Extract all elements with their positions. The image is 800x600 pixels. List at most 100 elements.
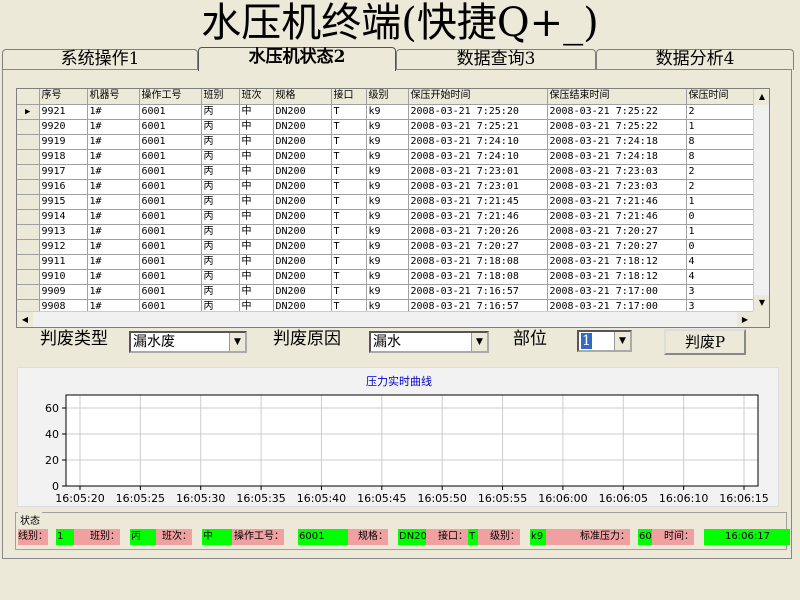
table-row[interactable]: 9918 1# 6001 丙中 DN200 Tk9 2008-03-21 7:24:10 20… [17,149,754,165]
y-tick-label: 40 [45,428,59,441]
status-separator [478,529,490,545]
part-value: 1 [581,333,592,349]
table-cell: 丙 [201,134,240,150]
reject-button[interactable]: 判废P [664,329,746,355]
x-tick-label: 16:05:20 [55,492,104,505]
chevron-down-icon[interactable]: ▼ [471,333,487,351]
table-cell: 中 [239,224,274,240]
tab-system-operation[interactable]: 系统操作1 [2,49,198,70]
chevron-down-icon[interactable]: ▼ [229,333,245,351]
column-header[interactable]: 规格 [273,89,332,105]
row-indicator-header [17,89,40,105]
table-cell: 6001 [139,269,202,285]
column-header[interactable]: 班别 [201,89,240,105]
scroll-up-icon[interactable]: ▲ [754,89,769,105]
table-cell: 9910 [39,269,88,285]
table-cell: 2008-03-21 7:24:10 [408,134,548,150]
table-cell: k9 [366,134,409,150]
table-cell: 1# [87,149,140,165]
column-header[interactable]: 保压开始时间 [408,89,548,105]
row-indicator[interactable] [17,224,40,240]
table-cell: 中 [239,134,274,150]
table-cell: k9 [366,104,409,120]
table-row[interactable]: 9911 1# 6001 丙中 DN200 Tk9 2008-03-21 7:18:08 20… [17,254,754,270]
reject-reason-label: 判废原因 [273,329,341,349]
table-cell: 2 [686,164,754,180]
table-cell: 2008-03-21 7:21:46 [547,194,687,210]
chevron-down-icon[interactable]: ▼ [614,332,630,350]
table-row[interactable]: 9910 1# 6001 丙中 DN200 Tk9 2008-03-21 7:18:08 20… [17,269,754,285]
row-indicator[interactable] [17,269,40,285]
table-cell: 6001 [139,224,202,240]
column-header[interactable]: 序号 [39,89,88,105]
table-row[interactable]: 9909 1# 6001 丙中 DN200 Tk9 2008-03-21 7:16:57 20… [17,284,754,300]
table-row[interactable]: 9913 1# 6001 丙中 DN200 Tk9 2008-03-21 7:20:26 20… [17,224,754,240]
horizontal-scrollbar[interactable]: ◀ ▶ [17,311,753,327]
tab-data-query[interactable]: 数据查询3 [396,49,596,70]
table-row[interactable]: 9915 1# 6001 丙中 DN200 Tk9 2008-03-21 7:21:45 20… [17,194,754,210]
row-indicator[interactable] [17,104,40,120]
column-header[interactable]: 机器号 [87,89,140,105]
table-cell: 9911 [39,254,88,270]
row-indicator[interactable] [17,239,40,255]
status-label: 班别： [90,529,120,545]
row-indicator[interactable] [17,164,40,180]
row-indicator[interactable] [17,194,40,210]
scroll-down-icon[interactable]: ▼ [754,295,769,311]
table-cell: 9913 [39,224,88,240]
records-grid[interactable]: 序号机器号操作工号班别班次规格接口级别保压开始时间保压结束时间保压时间 9921… [16,88,770,328]
part-select[interactable]: 1 ▼ [577,330,632,352]
x-tick-label: 16:06:10 [659,492,708,505]
table-cell: 1# [87,209,140,225]
column-header[interactable]: 班次 [239,89,274,105]
scroll-left-icon[interactable]: ◀ [17,312,33,327]
column-header[interactable]: 保压时间 [686,89,754,105]
row-indicator[interactable] [17,134,40,150]
status-value: 中 [202,529,232,545]
table-row[interactable]: 9917 1# 6001 丙中 DN200 Tk9 2008-03-21 7:23:01 20… [17,164,754,180]
table-cell: 9914 [39,209,88,225]
table-row[interactable]: 99211#6001丙中DN200Tk92008-03-21 7:25:2020… [17,104,754,120]
row-indicator[interactable] [17,209,40,225]
table-cell: 1# [87,224,140,240]
table-cell: DN200 [273,254,332,270]
status-label: 班次： [162,529,192,545]
grid-header-row: 序号 机器号 操作工号 班别 班次 规格 接口 级别 保压开始时间 保压结束时间 保压时间 [17,89,754,105]
table-row[interactable]: 9912 1# 6001 丙中 DN200 Tk9 2008-03-21 7:20:27 20… [17,239,754,255]
row-indicator[interactable] [17,179,40,195]
tab-data-analysis[interactable]: 数据分析4 [596,49,794,70]
table-row[interactable]: 9916 1# 6001 丙中 DN200 Tk9 2008-03-21 7:23:01 20… [17,179,754,195]
table-row[interactable]: 9919 1# 6001 丙中 DN200 Tk9 2008-03-21 7:24:10 20… [17,134,754,150]
vertical-scrollbar[interactable]: ▲ ▼ [753,89,769,311]
row-indicator[interactable] [17,149,40,165]
table-cell: 3 [686,284,754,300]
scroll-right-icon[interactable]: ▶ [737,312,753,327]
table-cell: 6001 [139,149,202,165]
table-cell: k9 [366,254,409,270]
column-header[interactable]: 接口 [331,89,367,105]
reject-type-select[interactable]: 漏水废 ▼ [129,331,247,353]
column-header[interactable]: 操作工号 [139,89,202,105]
status-value: 1 [56,529,74,545]
reject-reason-select[interactable]: 漏水 ▼ [369,331,489,353]
table-cell: 8 [686,149,754,165]
table-row[interactable]: 9920 1# 6001 丙中 DN200 Tk9 2008-03-21 7:25:21 20… [17,119,754,135]
table-cell: k9 [366,194,409,210]
row-indicator[interactable] [17,284,40,300]
column-header[interactable]: 级别 [366,89,409,105]
status-value: 16:06:17 [704,529,790,545]
table-row[interactable]: 9914 1# 6001 丙中 DN200 Tk9 2008-03-21 7:21:46 20… [17,209,754,225]
table-cell: 中 [239,164,274,180]
status-title: 状态 [18,512,42,527]
status-label: 规格： [358,529,388,545]
table-cell: 丙 [201,104,240,120]
status-separator [74,529,90,545]
table-cell: 6001 [139,254,202,270]
y-tick-label: 0 [52,480,59,493]
table-cell: 2 [686,179,754,195]
tab-press-status[interactable]: 水压机状态2 [198,47,396,71]
row-indicator[interactable] [17,254,40,270]
table-cell: 9912 [39,239,88,255]
row-indicator[interactable] [17,119,40,135]
column-header[interactable]: 保压结束时间 [547,89,687,105]
